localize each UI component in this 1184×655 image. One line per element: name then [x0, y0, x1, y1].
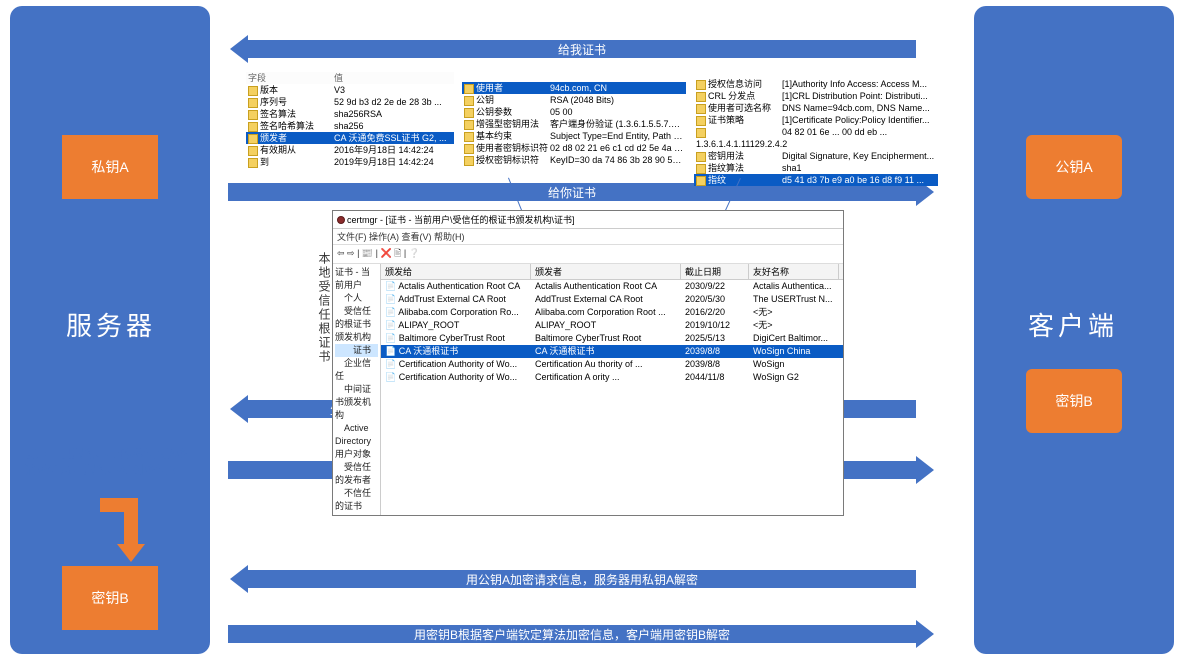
cert-field-row[interactable]: 公钥参数05 00	[462, 106, 686, 118]
client-key-b: 密钥B	[1026, 369, 1122, 433]
cert-field-icon	[696, 176, 706, 186]
cert-list-row[interactable]: 📄 ALIPAY_ROOTALIPAY_ROOT2019/10/12<无>	[381, 319, 843, 332]
vertical-label-root-cert: 本地受信任根证书	[316, 252, 333, 364]
cert-field-row[interactable]: 到2019年9月18日 14:42:24	[246, 156, 454, 168]
tree-node[interactable]: 受信任的根证书颁发机构	[335, 305, 378, 344]
cert-field-row[interactable]: 签名算法sha256RSA	[246, 108, 454, 120]
cert-list-row[interactable]: 📄 Certification Authority of Wo...Certif…	[381, 358, 843, 371]
tree-node[interactable]: 受信任的发布者	[335, 461, 378, 487]
cert-field-row[interactable]: 公钥RSA (2048 Bits)	[462, 94, 686, 106]
certmgr-menu[interactable]: 文件(F) 操作(A) 查看(V) 帮助(H)	[333, 229, 843, 245]
cert-field-row[interactable]: 签名哈希算法sha256	[246, 120, 454, 132]
cert-field-row[interactable]: 授权密钥标识符KeyID=30 da 74 86 3b 28 90 56 9e …	[462, 154, 686, 166]
certmgr-title: certmgr - [证书 - 当前用户\受信任的根证书颁发机构\证书]	[347, 215, 575, 225]
certmgr-toolbar[interactable]: ⇦ ⇨ | 📰 | ❌ 🖹 | ❔	[333, 245, 843, 264]
cert-list-row[interactable]: 📄 CA 沃通根证书CA 沃通根证书2039/8/8WoSign China	[381, 345, 843, 358]
cert-field-icon	[696, 92, 706, 102]
cert-field-icon	[464, 120, 474, 130]
cert-field-icon	[464, 144, 474, 154]
note-decrypt: 使用自己服务器上的私钥A解密请求信息，服务器得到密钥B	[24, 446, 194, 478]
certmgr-list[interactable]: 颁发给 颁发者 截止日期 友好名称 📄 Actalis Authenticati…	[381, 264, 843, 515]
cert-field-row[interactable]: 授权信息访问[1]Authority Info Access: Access M…	[694, 78, 938, 90]
cert-field-row[interactable]: 证书策略[1]Certificate Policy:Policy Identif…	[694, 114, 938, 126]
cert-field-row[interactable]: 序列号52 9d b3 d2 2e de 28 3b ...	[246, 96, 454, 108]
cert-field-row[interactable]: 有效期从2016年9月18日 14:42:24	[246, 144, 454, 156]
cert-field-row[interactable]: 密钥用法Digital Signature, Key Encipherment.…	[694, 150, 938, 162]
cert-panel-3: 授权信息访问[1]Authority Info Access: Access M…	[694, 78, 938, 186]
cert-field-icon	[248, 86, 258, 96]
cert-field-row[interactable]: 使用者密钥标识符02 d8 02 21 e6 c1 cd d2 5e 4a 35…	[462, 142, 686, 154]
cert-field-row[interactable]: CRL 分发点[1]CRL Distribution Point: Distri…	[694, 90, 938, 102]
cert-field-icon	[464, 108, 474, 118]
certmgr-tree[interactable]: 证书 - 当前用户 个人 受信任的根证书颁发机构 证书 企业信任 中间证书颁发机…	[333, 264, 381, 515]
cert-field-icon	[696, 104, 706, 114]
cert-list-row[interactable]: 📄 Actalis Authentication Root CAActalis …	[381, 280, 843, 293]
cert-field-icon	[248, 146, 258, 156]
cert-field-row[interactable]: 版本V3	[246, 84, 454, 96]
tree-node[interactable]: 中间证书颁发机构	[335, 383, 378, 422]
cert-field-icon	[696, 152, 706, 162]
server-column: 服务器	[10, 6, 210, 654]
public-key-a: 公钥A	[1026, 135, 1122, 199]
hdr-expiry[interactable]: 截止日期	[681, 264, 749, 279]
cert-field-icon	[464, 132, 474, 142]
cert-field-icon	[464, 84, 474, 94]
cert-field-row[interactable]: 基本约束Subject Type=End Entity, Path Len...	[462, 130, 686, 142]
cert-list-row[interactable]: 📄 AddTrust External CA RootAddTrust Exte…	[381, 293, 843, 306]
cert-field-icon	[248, 110, 258, 120]
cert-panel-1: 字段值 版本V3序列号52 9d b3 d2 2e de 28 3b ...签名…	[246, 72, 454, 168]
certmgr-window: certmgr - [证书 - 当前用户\受信任的根证书颁发机构\证书] 文件(…	[332, 210, 844, 516]
cert-field-icon	[464, 156, 474, 166]
server-title: 服务器	[66, 306, 156, 343]
cert-list-row[interactable]: 📄 Certification Authority of Wo...Certif…	[381, 371, 843, 384]
cert-panel-2: 使用者94cb.com, CN公钥RSA (2048 Bits)公钥参数05 0…	[462, 82, 686, 166]
tree-node[interactable]: 证书 - 当前用户	[335, 266, 378, 292]
cert-list-row[interactable]: 📄 Alibaba.com Corporation Ro...Alibaba.c…	[381, 306, 843, 319]
cert-field-row[interactable]: 使用者94cb.com, CN	[462, 82, 686, 94]
cert-field-icon	[696, 116, 706, 126]
client-title: 客户端	[1028, 306, 1118, 343]
tree-node[interactable]: 个人	[335, 292, 378, 305]
cert-list-row[interactable]: 📄 Baltimore CyberTrust RootBaltimore Cyb…	[381, 332, 843, 345]
tree-node[interactable]: Active Directory 用户对象	[335, 422, 378, 461]
cert-field-row[interactable]: 指纹d5 41 d3 7b e9 a0 be 16 d8 f9 11 ...	[694, 174, 938, 186]
cert-field-icon	[248, 98, 258, 108]
tree-node[interactable]: 证书	[335, 344, 378, 357]
cert-field-row[interactable]: 使用者可选名称DNS Name=94cb.com, DNS Name...	[694, 102, 938, 114]
cert-field-row[interactable]: 颁发者CA 沃通免费SSL证书 G2, ...	[246, 132, 454, 144]
cert-field-icon	[248, 158, 258, 168]
hdr-issued-by[interactable]: 颁发者	[531, 264, 681, 279]
arrow-keyb-alg: 用密钥B根据客户端钦定算法加密信息，客户端用密钥B解密	[228, 625, 916, 643]
cert-field-icon	[696, 128, 706, 138]
cert-field-icon	[248, 122, 258, 132]
server-key-b: 密钥B	[62, 566, 158, 630]
hdr-issued-to[interactable]: 颁发给	[381, 264, 531, 279]
private-key-a: 私钥A	[62, 135, 158, 199]
tree-node[interactable]: 不信任的证书	[335, 487, 378, 513]
cert-field-icon	[248, 134, 258, 144]
arrow-pubkeya: 用公钥A加密请求信息，服务器用私钥A解密	[248, 570, 916, 588]
certmgr-icon	[337, 216, 345, 224]
cert-field-icon	[696, 80, 706, 90]
cert-field-icon	[696, 164, 706, 174]
cert-field-row[interactable]: 指纹算法sha1	[694, 162, 938, 174]
tree-node[interactable]: 企业信任	[335, 357, 378, 383]
cert-field-row[interactable]: 增强型密钥用法客户端身份验证 (1.3.6.1.5.5.7.3.2), 服...	[462, 118, 686, 130]
arrow-give-me-cert: 给我证书	[248, 40, 916, 58]
client-column: 客户端	[974, 6, 1174, 654]
cert-field-row[interactable]: 1.3.6.1.4.1.11129.2.4.204 82 01 6e ... 0…	[694, 126, 938, 150]
hdr-friendly[interactable]: 友好名称	[749, 264, 839, 279]
cert-field-icon	[464, 96, 474, 106]
